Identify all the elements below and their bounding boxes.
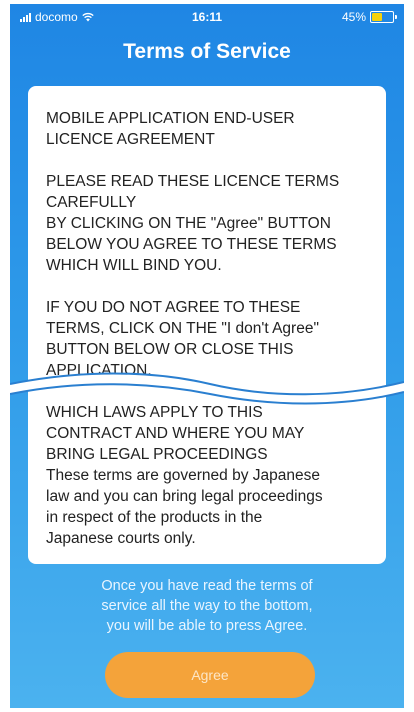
- terms-scroll-area[interactable]: MOBILE APPLICATION END-USER LICENCE AGRE…: [28, 86, 386, 564]
- terms-text-line: CONTRACT AND WHERE YOU MAY: [46, 425, 305, 442]
- notice-line: you will be able to press Agree.: [106, 618, 308, 634]
- terms-text-line: BELOW YOU AGREE TO THESE TERMS: [46, 236, 337, 253]
- terms-text-line: LICENCE AGREEMENT: [46, 131, 215, 148]
- status-bar: docomo 16:11 45%: [10, 4, 404, 30]
- page-title: Terms of Service: [123, 40, 291, 63]
- terms-read-paragraph: PLEASE READ THESE LICENCE TERMS CAREFULL…: [46, 171, 370, 276]
- phone-screen: docomo 16:11 45% Terms of Service MOBILE…: [10, 4, 404, 708]
- terms-text-line: BUTTON BELOW OR CLOSE THIS: [46, 341, 294, 358]
- terms-text-line: Japanese courts only.: [46, 530, 196, 547]
- terms-text-line: BRING LEGAL PROCEEDINGS: [46, 446, 268, 463]
- terms-text-line: BY CLICKING ON THE "Agree" BUTTON: [46, 215, 331, 232]
- terms-text-line: These terms are governed by Japanese: [46, 467, 320, 484]
- terms-text-line: in respect of the products in the: [46, 509, 263, 526]
- battery-fill: [372, 13, 382, 21]
- terms-laws-paragraph: WHICH LAWS APPLY TO THIS CONTRACT AND WH…: [46, 402, 370, 549]
- terms-text-line: law and you can bring legal proceedings: [46, 488, 323, 505]
- terms-text-line: PLEASE READ THESE LICENCE TERMS: [46, 173, 340, 190]
- agree-button[interactable]: Agree: [105, 652, 315, 698]
- battery-icon: [370, 11, 397, 23]
- terms-text-line: CAREFULLY: [46, 194, 137, 211]
- notice-line: Once you have read the terms of: [101, 578, 313, 594]
- terms-text-line: WHICH LAWS APPLY TO THIS: [46, 404, 263, 421]
- terms-text-line: TERMS, CLICK ON THE "I don't Agree": [46, 320, 319, 337]
- terms-text-line: IF YOU DO NOT AGREE TO THESE: [46, 299, 301, 316]
- scroll-notice: Once you have read the terms of service …: [40, 576, 374, 636]
- status-right: 45%: [341, 10, 397, 24]
- terms-text-line: WHICH WILL BIND YOU.: [46, 257, 222, 274]
- terms-text-line: MOBILE APPLICATION END-USER: [46, 110, 295, 127]
- terms-disagree-paragraph: IF YOU DO NOT AGREE TO THESE TERMS, CLIC…: [46, 297, 370, 381]
- notice-line: service all the way to the bottom,: [101, 598, 313, 614]
- terms-text-line: APPLICATION.: [46, 362, 152, 379]
- battery-percent: 45%: [341, 10, 366, 24]
- terms-heading: MOBILE APPLICATION END-USER LICENCE AGRE…: [46, 108, 370, 150]
